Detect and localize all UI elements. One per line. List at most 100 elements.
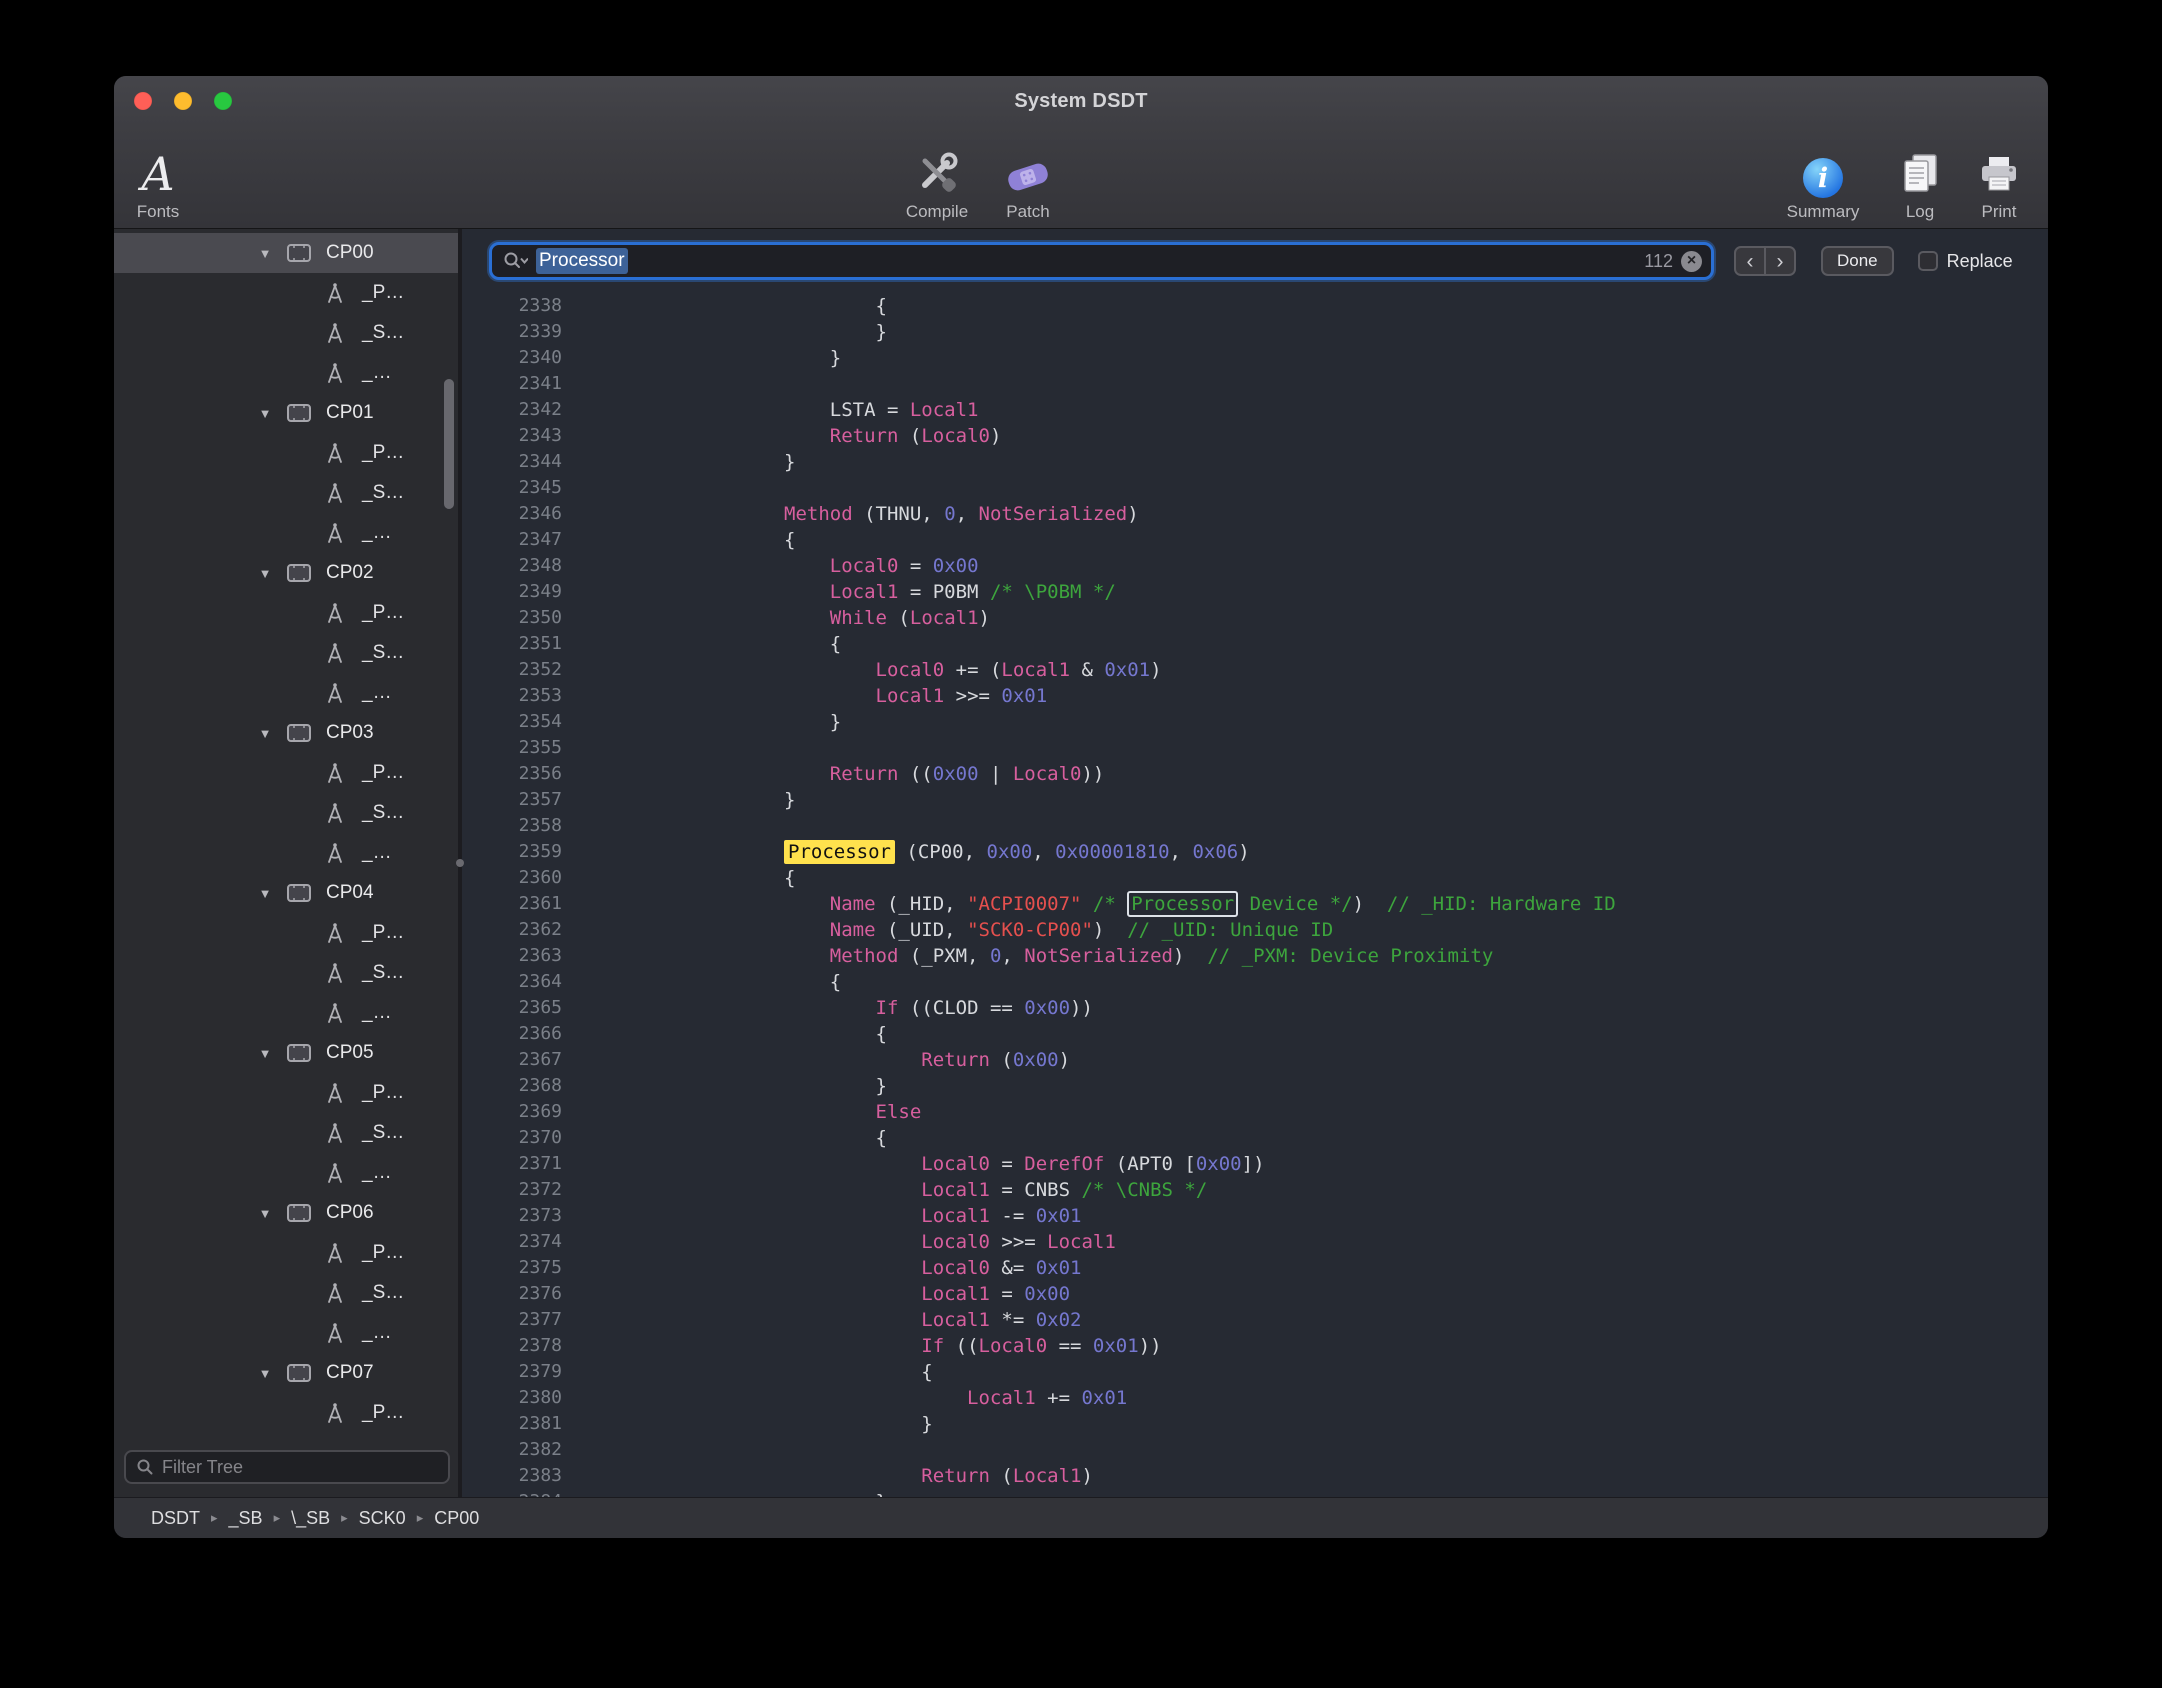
code-line[interactable]: 2339 } (462, 319, 2048, 345)
disclosure-triangle-icon[interactable]: ▼ (256, 1206, 274, 1221)
tree-child-row[interactable]: _… (114, 1153, 458, 1193)
code-line[interactable]: 2344 } (462, 449, 2048, 475)
code-line[interactable]: 2382 (462, 1437, 2048, 1463)
code-line[interactable]: 2357 } (462, 787, 2048, 813)
disclosure-triangle-icon[interactable]: ▼ (256, 726, 274, 741)
code-line[interactable]: 2374 Local0 >>= Local1 (462, 1229, 2048, 1255)
zoom-button[interactable] (214, 92, 232, 110)
breadcrumb-item[interactable]: \_SB (291, 1508, 330, 1529)
code-line[interactable]: 2359 Processor (CP00, 0x00, 0x00001810, … (462, 839, 2048, 865)
tree-group-row[interactable]: ▼CP00 (114, 233, 458, 273)
code-line[interactable]: 2363 Method (_PXM, 0, NotSerialized) // … (462, 943, 2048, 969)
tree-child-row[interactable]: _P… (114, 1393, 458, 1433)
disclosure-triangle-icon[interactable]: ▼ (256, 406, 274, 421)
tree-group-row[interactable]: ▼CP07 (114, 1353, 458, 1393)
tree-child-row[interactable]: _P… (114, 753, 458, 793)
disclosure-triangle-icon[interactable]: ▼ (256, 246, 274, 261)
code-line[interactable]: 2384 } (462, 1489, 2048, 1497)
code-line[interactable]: 2380 Local1 += 0x01 (462, 1385, 2048, 1411)
log-button[interactable]: Log (1885, 142, 1955, 222)
code-line[interactable]: 2364 { (462, 969, 2048, 995)
code-line[interactable]: 2377 Local1 *= 0x02 (462, 1307, 2048, 1333)
done-button[interactable]: Done (1821, 246, 1894, 276)
code-line[interactable]: 2362 Name (_UID, "SCK0-CP00") // _UID: U… (462, 917, 2048, 943)
tree-child-row[interactable]: _P… (114, 433, 458, 473)
tree-group-row[interactable]: ▼CP05 (114, 1033, 458, 1073)
replace-checkbox[interactable] (1918, 251, 1938, 271)
tree-child-row[interactable]: _P… (114, 593, 458, 633)
breadcrumb-item[interactable]: SCK0 (359, 1508, 406, 1529)
code-line[interactable]: 2347 { (462, 527, 2048, 553)
tree-child-row[interactable]: _… (114, 993, 458, 1033)
summary-button[interactable]: i Summary (1768, 142, 1878, 222)
fonts-button[interactable]: A Fonts (124, 142, 192, 222)
tree-child-row[interactable]: _… (114, 673, 458, 713)
code-line[interactable]: 2358 (462, 813, 2048, 839)
code-line[interactable]: 2361 Name (_HID, "ACPI0007" /* Processor… (462, 891, 2048, 917)
code-line[interactable]: 2360 { (462, 865, 2048, 891)
code-line[interactable]: 2341 (462, 371, 2048, 397)
tree-child-row[interactable]: _P… (114, 273, 458, 313)
code-line[interactable]: 2350 While (Local1) (462, 605, 2048, 631)
tree-child-row[interactable]: _S… (114, 473, 458, 513)
tree-group-row[interactable]: ▼CP01 (114, 393, 458, 433)
code-line[interactable]: 2348 Local0 = 0x00 (462, 553, 2048, 579)
tree-child-row[interactable]: _… (114, 353, 458, 393)
disclosure-triangle-icon[interactable]: ▼ (256, 1046, 274, 1061)
code-line[interactable]: 2340 } (462, 345, 2048, 371)
tree-child-row[interactable]: _S… (114, 633, 458, 673)
disclosure-triangle-icon[interactable]: ▼ (256, 566, 274, 581)
tree-child-row[interactable]: _S… (114, 313, 458, 353)
breadcrumb-item[interactable]: DSDT (151, 1508, 200, 1529)
code-line[interactable]: 2356 Return ((0x00 | Local0)) (462, 761, 2048, 787)
compile-button[interactable]: Compile (887, 142, 987, 222)
tree-child-row[interactable]: _P… (114, 1233, 458, 1273)
tree-group-row[interactable]: ▼CP06 (114, 1193, 458, 1233)
tree-child-row[interactable]: _P… (114, 913, 458, 953)
code-line[interactable]: 2372 Local1 = CNBS /* \CNBS */ (462, 1177, 2048, 1203)
tree-child-row[interactable]: _S… (114, 793, 458, 833)
splitter-handle[interactable] (456, 859, 464, 867)
previous-match-button[interactable]: ‹ (1736, 248, 1764, 274)
tree-child-row[interactable]: _P… (114, 1073, 458, 1113)
code-line[interactable]: 2371 Local0 = DerefOf (APT0 [0x00]) (462, 1151, 2048, 1177)
tree-child-row[interactable]: _S… (114, 1433, 458, 1443)
code-line[interactable]: 2365 If ((CLOD == 0x00)) (462, 995, 2048, 1021)
code-line[interactable]: 2349 Local1 = P0BM /* \P0BM */ (462, 579, 2048, 605)
tree-group-row[interactable]: ▼CP03 (114, 713, 458, 753)
code-line[interactable]: 2368 } (462, 1073, 2048, 1099)
tree-child-row[interactable]: _S… (114, 1113, 458, 1153)
code-editor[interactable]: 2338 {2339 }2340 }23412342 LSTA = Local1… (462, 293, 2048, 1497)
close-button[interactable] (134, 92, 152, 110)
code-line[interactable]: 2370 { (462, 1125, 2048, 1151)
tree-child-row[interactable]: _S… (114, 1273, 458, 1313)
code-line[interactable]: 2353 Local1 >>= 0x01 (462, 683, 2048, 709)
code-line[interactable]: 2367 Return (0x00) (462, 1047, 2048, 1073)
tree-child-row[interactable]: _… (114, 833, 458, 873)
code-line[interactable]: 2381 } (462, 1411, 2048, 1437)
code-line[interactable]: 2354 } (462, 709, 2048, 735)
code-line[interactable]: 2346 Method (THNU, 0, NotSerialized) (462, 501, 2048, 527)
filter-tree-input[interactable]: Filter Tree (124, 1450, 450, 1484)
sidebar-scrollbar[interactable] (444, 379, 454, 509)
code-line[interactable]: 2383 Return (Local1) (462, 1463, 2048, 1489)
find-input[interactable]: Processor 112 × (489, 242, 1714, 280)
tree-group-row[interactable]: ▼CP04 (114, 873, 458, 913)
patch-button[interactable]: Patch (988, 142, 1068, 222)
tree-child-row[interactable]: _S… (114, 953, 458, 993)
code-line[interactable]: 2343 Return (Local0) (462, 423, 2048, 449)
disclosure-triangle-icon[interactable]: ▼ (256, 886, 274, 901)
splitter[interactable] (458, 229, 462, 1497)
clear-search-icon[interactable]: × (1681, 251, 1702, 272)
next-match-button[interactable]: › (1764, 248, 1794, 274)
code-line[interactable]: 2378 If ((Local0 == 0x01)) (462, 1333, 2048, 1359)
code-line[interactable]: 2342 LSTA = Local1 (462, 397, 2048, 423)
tree-child-row[interactable]: _… (114, 513, 458, 553)
code-line[interactable]: 2373 Local1 -= 0x01 (462, 1203, 2048, 1229)
tree-child-row[interactable]: _… (114, 1313, 458, 1353)
code-line[interactable]: 2375 Local0 &= 0x01 (462, 1255, 2048, 1281)
disclosure-triangle-icon[interactable]: ▼ (256, 1366, 274, 1381)
code-line[interactable]: 2366 { (462, 1021, 2048, 1047)
code-line[interactable]: 2376 Local1 = 0x00 (462, 1281, 2048, 1307)
code-line[interactable]: 2352 Local0 += (Local1 & 0x01) (462, 657, 2048, 683)
